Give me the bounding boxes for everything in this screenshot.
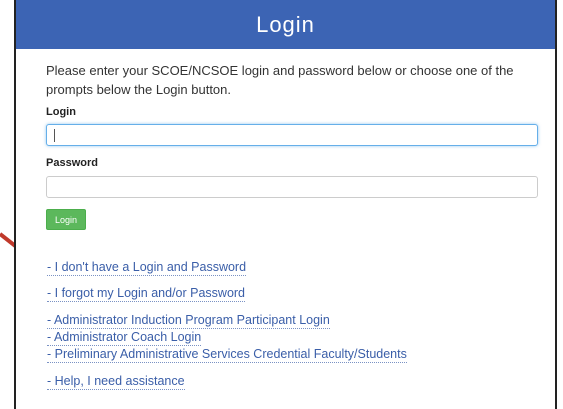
help-link[interactable]: - Help, I need assistance	[47, 374, 185, 390]
login-panel: Login Please enter your SCOE/NCSOE login…	[14, 0, 557, 409]
login-label: Login	[46, 106, 76, 118]
no-login-link[interactable]: - I don't have a Login and Password	[47, 260, 247, 276]
forgot-login-link[interactable]: - I forgot my Login and/or Password	[47, 286, 246, 302]
text-caret	[54, 129, 55, 142]
induction-participant-login-link[interactable]: - Administrator Induction Program Partic…	[47, 313, 330, 329]
screenshot-stage: Login Please enter your SCOE/NCSOE login…	[0, 0, 563, 409]
login-button[interactable]: Login	[46, 209, 86, 230]
intro-text: Please enter your SCOE/NCSOE login and p…	[46, 63, 514, 97]
coach-login-link[interactable]: - Administrator Coach Login	[47, 330, 202, 346]
login-input[interactable]	[46, 124, 538, 146]
password-input[interactable]	[46, 176, 538, 198]
credential-faculty-students-link[interactable]: - Preliminary Administrative Services Cr…	[47, 347, 407, 363]
login-header: Login	[16, 0, 555, 49]
password-label: Password	[46, 157, 98, 169]
